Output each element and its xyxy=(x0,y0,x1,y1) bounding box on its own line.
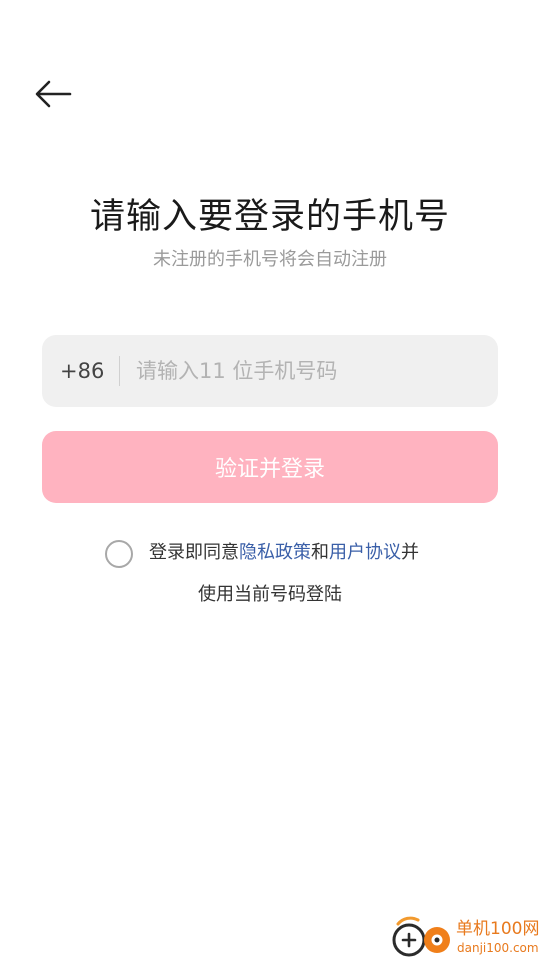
phone-input[interactable] xyxy=(136,335,476,407)
page-subtitle: 未注册的手机号将会自动注册 xyxy=(153,249,387,270)
agreement-and: 和 xyxy=(311,542,329,563)
input-divider xyxy=(119,356,120,386)
agreement-checkbox[interactable] xyxy=(105,540,133,568)
watermark-name: 单机100网 xyxy=(456,919,540,939)
agreement-text: 登录即同意隐私政策和用户协议并 xyxy=(149,538,419,568)
user-agreement-link[interactable]: 用户协议 xyxy=(329,542,401,563)
country-code[interactable]: +86 xyxy=(60,335,104,407)
agreement-suffix: 并 xyxy=(401,542,419,563)
verify-login-button[interactable]: 验证并登录 xyxy=(42,431,498,503)
arrow-left-icon xyxy=(35,80,72,108)
watermark-logo-icon xyxy=(392,916,450,957)
privacy-policy-link[interactable]: 隐私政策 xyxy=(239,542,311,563)
agreement-text-line2: 使用当前号码登陆 xyxy=(198,584,342,605)
agreement-prefix: 登录即同意 xyxy=(149,542,239,563)
phone-input-container: +86 xyxy=(42,335,498,407)
back-button[interactable] xyxy=(30,72,78,116)
watermark: 单机100网 danji100.com xyxy=(388,916,540,960)
watermark-url: danji100.com xyxy=(457,941,539,955)
page-title: 请输入要登录的手机号 xyxy=(89,197,450,237)
